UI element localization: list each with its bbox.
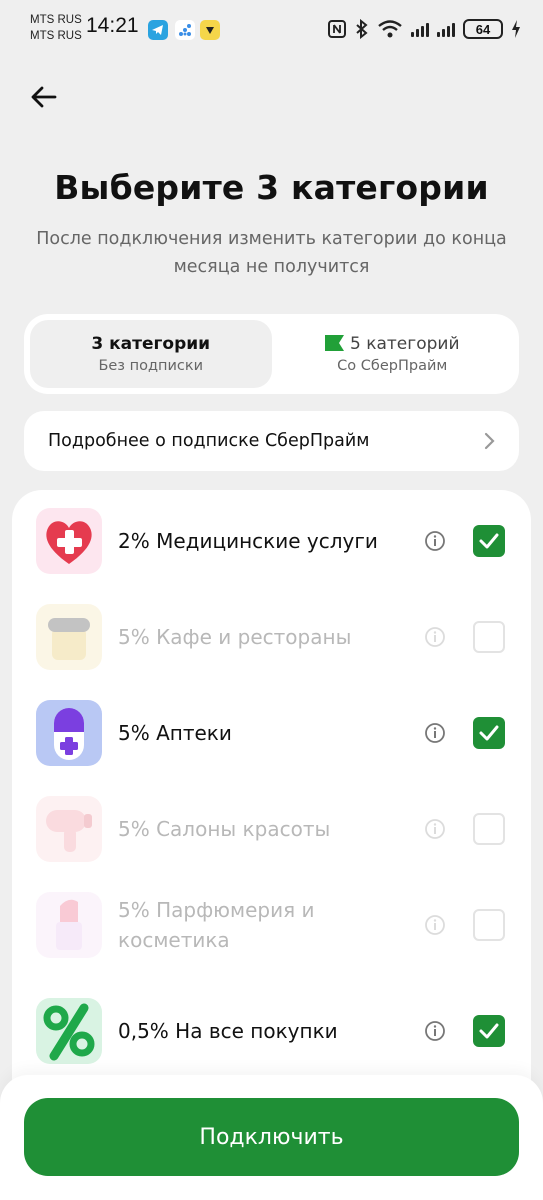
back-button[interactable] [26, 80, 60, 114]
status-bar: MTS RUS MTS RUS 14:21 64 [0, 0, 543, 60]
coffee-cup-icon [36, 604, 102, 670]
info-icon[interactable] [424, 722, 446, 744]
tab-sublabel: Со СберПрайм [337, 358, 448, 374]
signal-2-icon [437, 21, 455, 37]
carrier-1: MTS RUS [30, 14, 82, 26]
info-icon[interactable] [424, 626, 446, 648]
category-row[interactable]: 5% Салоны красоты [36, 781, 531, 877]
category-checkbox[interactable] [473, 909, 505, 941]
category-checkbox[interactable] [473, 525, 505, 557]
category-row[interactable]: 5% Кафе и рестораны [36, 589, 531, 685]
checkmark-icon [479, 725, 499, 741]
info-icon[interactable] [424, 818, 446, 840]
carrier-2: MTS RUS [30, 30, 82, 42]
category-checkbox[interactable] [473, 717, 505, 749]
tab-label-row: 5 категорий [325, 334, 460, 354]
category-row[interactable]: 5% Парфюмерия и косметика [36, 877, 531, 973]
telegram-icon [148, 20, 168, 40]
connect-button[interactable]: Подключить [24, 1098, 519, 1176]
system-indicators: 64 [327, 16, 521, 42]
nfc-icon [328, 20, 346, 38]
plan-tabs: 3 категории Без подписки 5 категорий Со … [24, 314, 519, 394]
chevron-right-icon [484, 432, 495, 450]
signal-1-icon [411, 21, 429, 37]
battery-icon: 64 [463, 19, 503, 39]
category-checkbox[interactable] [473, 813, 505, 845]
tab-3-categories[interactable]: 3 категории Без подписки [30, 320, 272, 388]
subscription-details-link[interactable]: Подробнее о подписке СберПрайм [24, 411, 519, 471]
category-label: 2% Медицинские услуги [118, 529, 378, 553]
category-row[interactable]: 0,5% На все покупки [36, 983, 531, 1079]
shield-app-icon [200, 20, 220, 40]
carrier-labels: MTS RUS MTS RUS [30, 12, 82, 44]
category-checkbox[interactable] [473, 621, 505, 653]
tab-label: 3 категории [91, 334, 211, 354]
category-row[interactable]: 2% Медицинские услуги [36, 493, 531, 589]
subscription-details-label: Подробнее о подписке СберПрайм [48, 431, 370, 451]
category-checkbox[interactable] [473, 1015, 505, 1047]
category-row[interactable]: 5% Аптеки [36, 685, 531, 781]
hair-dryer-icon [36, 796, 102, 862]
tab-5-categories[interactable]: 5 категорий Со СберПрайм [272, 320, 514, 388]
battery-level: 64 [475, 21, 491, 37]
category-label: 5% Кафе и рестораны [118, 625, 352, 649]
arrow-left-icon [31, 86, 57, 108]
checkmark-icon [479, 1023, 499, 1039]
category-label: 5% Салоны красоты [118, 817, 331, 841]
clock: 14:21 [86, 14, 139, 37]
category-label: 0,5% На все покупки [118, 1019, 338, 1043]
sberprime-flag-icon [325, 335, 344, 351]
dots-app-icon [175, 20, 195, 40]
charging-icon [512, 20, 520, 38]
lipstick-icon [36, 892, 102, 958]
page-subtitle: После подключения изменить категории до … [36, 229, 507, 277]
percent-icon [36, 998, 102, 1064]
info-icon[interactable] [424, 914, 446, 936]
tab-label: 5 категорий [350, 334, 460, 354]
page-title: Выберите 3 категории [54, 168, 489, 207]
category-label: 5% Аптеки [118, 721, 232, 745]
info-icon[interactable] [424, 1020, 446, 1042]
pill-icon [36, 700, 102, 766]
bluetooth-icon [356, 19, 368, 39]
info-icon[interactable] [424, 530, 446, 552]
category-label: 5% Парфюмерия и косметика [118, 898, 315, 952]
tab-sublabel: Без подписки [98, 358, 204, 374]
heart-medical-icon [36, 508, 102, 574]
wifi-icon [378, 20, 402, 38]
checkmark-icon [479, 533, 499, 549]
